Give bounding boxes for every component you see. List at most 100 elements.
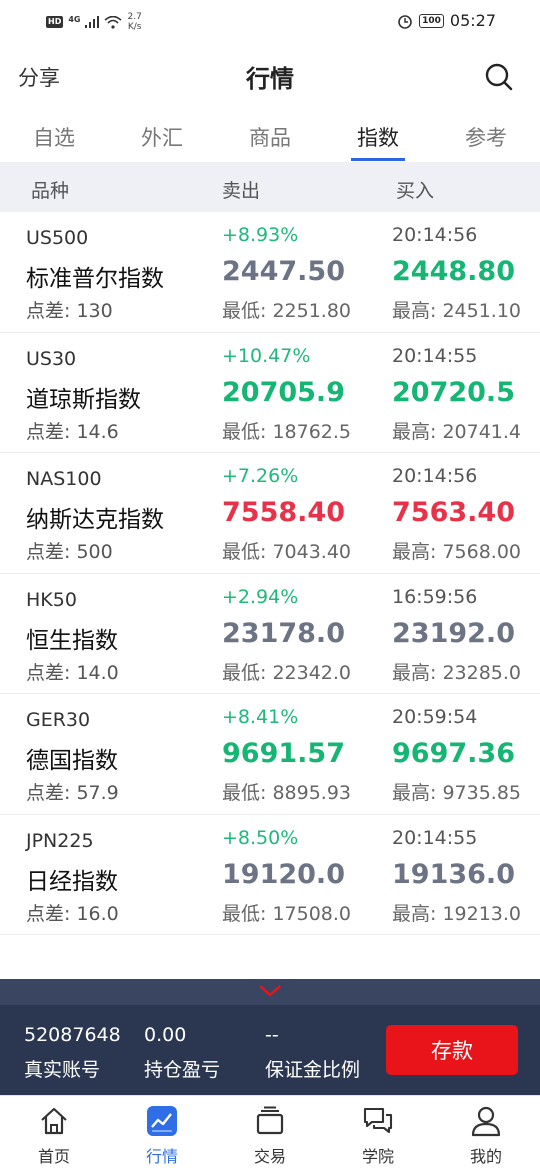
position-pnl: 0.00 [144, 1024, 187, 1046]
deposit-button[interactable]: 存款 [386, 1025, 518, 1075]
quote-sell-price[interactable]: 9691.57 [222, 738, 345, 769]
quote-high: 最高: 23285.0 [392, 661, 522, 684]
hd-badge: HD [46, 16, 64, 28]
quote-high: 最高: 2451.10 [392, 300, 522, 322]
search-icon[interactable] [484, 62, 514, 92]
account-panel: 52087648 真实账号 0.00 持仓盈亏 -- 保证金比例 存款 [0, 1005, 540, 1095]
quote-buy-price[interactable]: 2448.80 [392, 256, 515, 287]
wifi-icon [104, 15, 123, 29]
column-header: 品种 卖出 买入 [0, 162, 540, 212]
quote-low: 最低: 7043.40 [222, 541, 352, 563]
nav-home-label: 首页 [37, 1147, 70, 1166]
quote-sell-price[interactable]: 20705.9 [222, 377, 345, 408]
chart-icon [147, 1106, 177, 1136]
quote-spread: 点差: 16.0 [26, 902, 119, 925]
quote-symbol: GER30 [26, 709, 91, 731]
net-speed-unit: K/s [127, 22, 142, 32]
nav-market-label: 行情 [145, 1147, 178, 1166]
quote-symbol: JPN225 [26, 829, 94, 852]
quote-name: 恒生指数 [26, 627, 118, 654]
home-icon [41, 1107, 67, 1135]
nav-trade-label: 交易 [253, 1147, 286, 1166]
quote-sell-price[interactable]: 19120.0 [222, 859, 345, 890]
nav-profile[interactable]: 我的 [432, 1096, 540, 1170]
tab-forex[interactable]: 外汇 [122, 122, 202, 152]
nav-home[interactable]: 首页 [0, 1096, 108, 1170]
quote-change: +8.93% [222, 224, 299, 246]
quote-symbol: US500 [26, 227, 89, 249]
quote-time: 20:14:55 [392, 826, 478, 849]
quote-change: +2.94% [222, 585, 299, 608]
quote-change: +8.50% [222, 826, 299, 849]
quote-row[interactable]: NAS100 纳斯达克指数 点差: 500 +7.26% 7558.40 最低:… [0, 453, 540, 574]
quote-low: 最低: 18762.5 [222, 420, 352, 443]
quote-spread: 点差: 500 [26, 541, 113, 563]
net-speed-value: 2.7 [127, 12, 142, 22]
quote-name: 纳斯达克指数 [26, 507, 164, 533]
quote-change: +10.47% [222, 344, 311, 367]
quote-time: 16:59:56 [392, 585, 478, 608]
quote-name: 标准普尔指数 [26, 266, 164, 292]
quote-spread: 点差: 57.9 [26, 782, 119, 804]
quote-row[interactable]: GER30 德国指数 点差: 57.9 +8.41% 9691.57 最低: 8… [0, 694, 540, 815]
quote-symbol: US30 [26, 347, 77, 370]
battery-indicator: 100 [419, 13, 444, 28]
margin-ratio-label: 保证金比例 [265, 1059, 361, 1081]
quote-time: 20:14:55 [392, 344, 478, 367]
quote-buy-price[interactable]: 9697.36 [392, 738, 515, 769]
status-right: 100 05:27 [397, 11, 496, 30]
tab-active-indicator [351, 158, 405, 161]
quote-name: 日经指数 [26, 868, 118, 895]
quote-buy-price[interactable]: 19136.0 [392, 859, 515, 890]
tab-indices[interactable]: 指数 [338, 122, 418, 152]
column-name-header: 品种 [31, 180, 70, 202]
quote-row[interactable]: HK50 恒生指数 点差: 14.0 +2.94% 23178.0 最低: 22… [0, 574, 540, 694]
nav-academy-label: 学院 [361, 1147, 394, 1166]
quote-spread: 点差: 14.0 [26, 661, 119, 684]
quote-buy-price[interactable]: 20720.5 [392, 377, 515, 408]
account-panel-toggle[interactable] [0, 979, 540, 1005]
tab-reference[interactable]: 参考 [446, 122, 526, 152]
tab-commodities[interactable]: 商品 [230, 122, 310, 152]
quote-list: US500 标准普尔指数 点差: 130 +8.93% 2447.50 最低: … [0, 212, 540, 935]
quote-change: +8.41% [222, 706, 299, 728]
column-buy-header: 买入 [396, 180, 435, 202]
nav-market[interactable]: 行情 [108, 1096, 216, 1170]
quote-sell-price[interactable]: 23178.0 [222, 618, 345, 649]
column-sell-header: 卖出 [222, 180, 261, 202]
quote-symbol: HK50 [26, 588, 77, 611]
quote-change: +7.26% [222, 465, 299, 487]
account-number: 52087648 [24, 1024, 121, 1046]
quote-high: 最高: 19213.0 [392, 902, 522, 925]
quote-name: 德国指数 [26, 748, 118, 774]
quote-low: 最低: 22342.0 [222, 661, 352, 684]
nav-academy[interactable]: 学院 [324, 1096, 432, 1170]
quote-symbol: NAS100 [26, 468, 102, 490]
quote-sell-price[interactable]: 2447.50 [222, 256, 345, 287]
quote-sell-price[interactable]: 7558.40 [222, 497, 345, 528]
quote-buy-price[interactable]: 7563.40 [392, 497, 515, 528]
quote-low: 最低: 8895.93 [222, 782, 352, 804]
chevron-down-icon[interactable] [258, 983, 282, 999]
alarm-icon [398, 14, 412, 29]
position-pnl-label: 持仓盈亏 [144, 1059, 221, 1081]
chat-icon [363, 1107, 393, 1134]
quote-high: 最高: 7568.00 [392, 541, 522, 563]
nav-trade[interactable]: 交易 [216, 1096, 324, 1170]
clock: 05:27 [449, 11, 496, 30]
quote-low: 最低: 17508.0 [222, 902, 352, 925]
tab-watchlist[interactable]: 自选 [14, 122, 94, 152]
margin-ratio: -- [265, 1024, 279, 1046]
quote-low: 最低: 2251.80 [222, 300, 352, 322]
quote-row[interactable]: US500 标准普尔指数 点差: 130 +8.93% 2447.50 最低: … [0, 212, 540, 333]
quote-high: 最高: 9735.85 [392, 782, 522, 804]
quote-time: 20:59:54 [392, 706, 478, 728]
quote-row[interactable]: US30 道琼斯指数 点差: 14.6 +10.47% 20705.9 最低: … [0, 333, 540, 453]
quote-spread: 点差: 130 [26, 300, 113, 322]
quote-row[interactable]: JPN225 日经指数 点差: 16.0 +8.50% 19120.0 最低: … [0, 815, 540, 935]
account-number-label: 真实账号 [24, 1059, 101, 1081]
bottom-nav: 首页 行情 交易 学院 我的 [0, 1095, 540, 1170]
quote-buy-price[interactable]: 23192.0 [392, 618, 515, 649]
net-speed: 2.7 K/s [127, 12, 141, 32]
page-title: 行情 [246, 65, 294, 93]
